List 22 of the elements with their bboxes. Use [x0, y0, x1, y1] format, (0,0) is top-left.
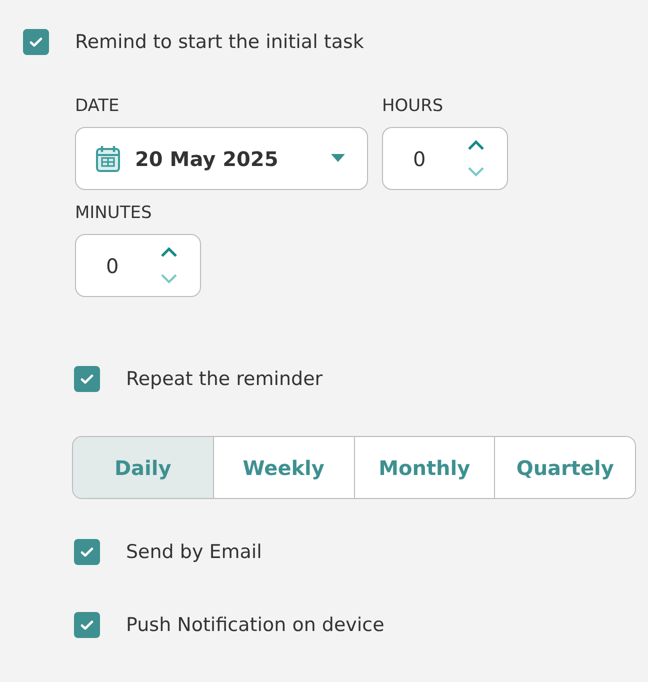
checkbox[interactable]: [74, 612, 100, 638]
checkbox[interactable]: [74, 366, 100, 392]
field-label: HOURS: [382, 96, 444, 116]
checkbox[interactable]: [23, 29, 49, 55]
decrement-icon[interactable]: [160, 273, 178, 284]
increment-icon[interactable]: [467, 140, 485, 151]
checkbox-label: Repeat the reminder: [126, 368, 323, 390]
minutes-spinner[interactable]: 0: [75, 234, 201, 297]
checkbox-label: Remind to start the initial task: [75, 31, 364, 53]
checkbox[interactable]: [74, 539, 100, 565]
field-label: MINUTES: [75, 203, 153, 223]
field-label: DATE: [75, 96, 120, 116]
hours-spinner[interactable]: 0: [382, 127, 508, 190]
checkbox-label: Send by Email: [126, 541, 262, 563]
decrement-icon[interactable]: [467, 166, 485, 177]
date-picker[interactable]: 20 May 2025: [75, 127, 368, 190]
frequency-tab[interactable]: Daily: [73, 437, 213, 498]
checkbox-label: Push Notification on device: [126, 614, 384, 636]
increment-icon[interactable]: [160, 247, 178, 258]
calendar-icon: [95, 144, 121, 172]
dropdown-caret-icon: [331, 154, 345, 163]
frequency-tab[interactable]: Quartely: [494, 437, 635, 498]
